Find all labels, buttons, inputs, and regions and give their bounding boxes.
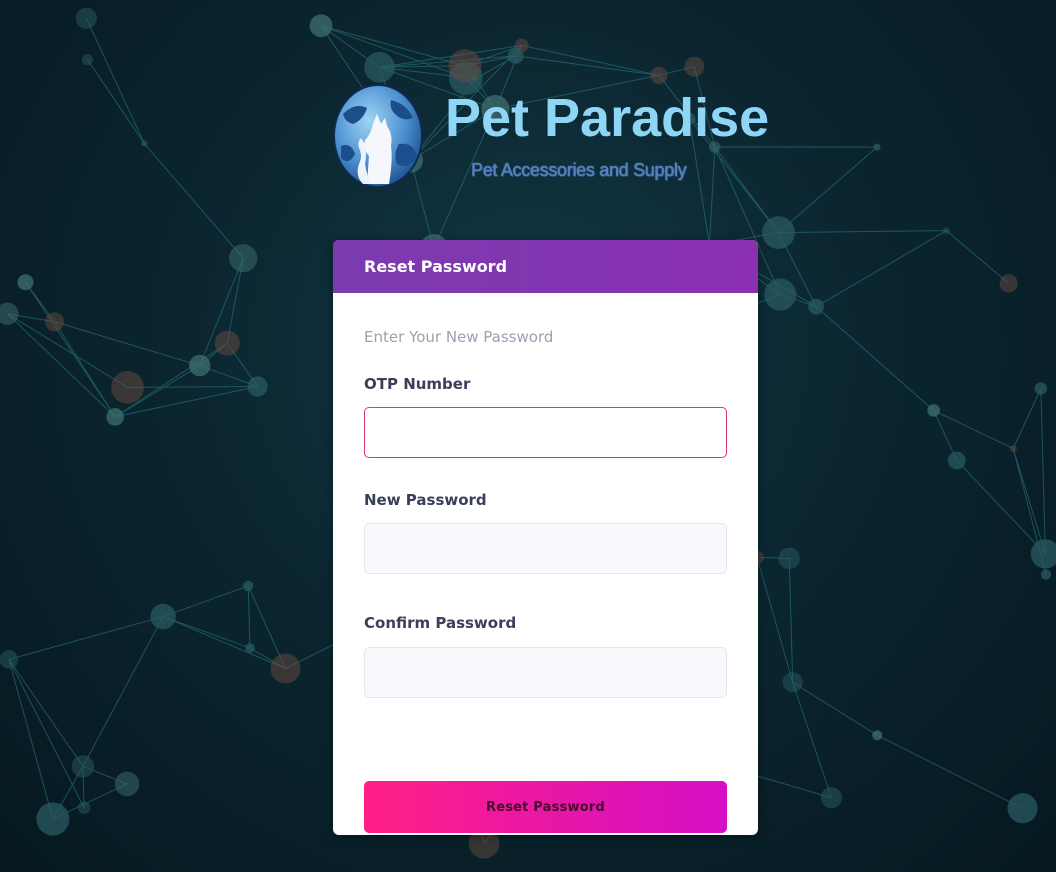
reset-password-card: Reset Password Enter Your New Password O… xyxy=(333,240,758,835)
otp-number-input[interactable] xyxy=(364,407,727,458)
reset-password-button[interactable]: Reset Password xyxy=(364,781,727,833)
brand-header: Pet Paradise Pet Accessories and Supply xyxy=(333,84,769,194)
card-title: Reset Password xyxy=(364,257,508,276)
brand-tagline: Pet Accessories and Supply xyxy=(471,160,687,180)
new-password-label: New Password xyxy=(364,491,487,509)
confirm-password-label: Confirm Password xyxy=(364,614,517,632)
pet-globe-logo-icon xyxy=(333,84,423,188)
confirm-password-input[interactable] xyxy=(364,647,727,698)
new-password-input[interactable] xyxy=(364,523,727,574)
otp-number-label: OTP Number xyxy=(364,375,471,393)
card-header: Reset Password xyxy=(333,240,758,293)
brand-name: Pet Paradise xyxy=(445,88,770,148)
card-subtitle: Enter Your New Password xyxy=(364,328,554,346)
